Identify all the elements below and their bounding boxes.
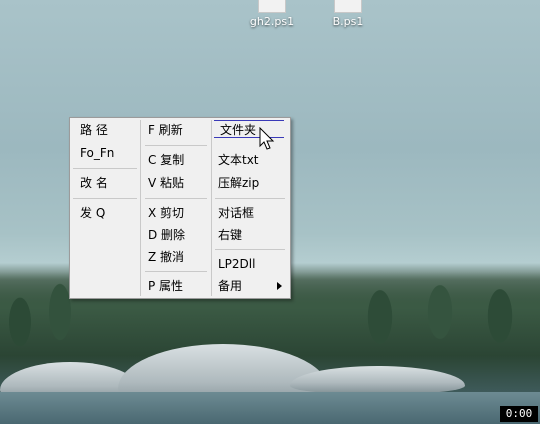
- menu-item-rename[interactable]: 改 名: [80, 174, 108, 192]
- menu-divider: [73, 168, 137, 169]
- menu-divider: [145, 145, 207, 146]
- menu-item-spare[interactable]: 备用: [218, 277, 242, 295]
- menu-item-delete[interactable]: D 删除: [148, 226, 185, 244]
- menu-item-refresh[interactable]: F 刷新: [148, 121, 183, 139]
- file-icon: [258, 0, 286, 13]
- desktop-icon-b[interactable]: B.ps1: [313, 0, 383, 28]
- menu-item-undo[interactable]: Z 撤消: [148, 248, 184, 266]
- menu-item-paste[interactable]: V 粘贴: [148, 174, 184, 192]
- submenu-arrow-icon: [277, 282, 282, 290]
- menu-item-dialog[interactable]: 对话框: [218, 204, 254, 222]
- menu-item-unzip[interactable]: 压解zip: [218, 174, 259, 192]
- menu-item-path[interactable]: 路 径: [80, 121, 108, 139]
- menu-item-copy[interactable]: C 复制: [148, 151, 184, 169]
- menu-item-cut[interactable]: X 剪切: [148, 204, 184, 222]
- menu-item-send-q[interactable]: 发 Q: [80, 204, 105, 222]
- water-scenery: [0, 392, 540, 424]
- menu-divider: [215, 249, 285, 250]
- menu-item-lp2dll[interactable]: LP2Dll: [218, 255, 255, 273]
- desktop-icon-label: B.ps1: [332, 15, 364, 28]
- menu-column-divider: [140, 120, 141, 296]
- desktop-icon-label: gh2.ps1: [249, 15, 295, 28]
- menu-divider: [145, 198, 207, 199]
- recording-timer: 0:00: [500, 406, 538, 422]
- menu-item-fo-fn[interactable]: Fo_Fn: [80, 144, 114, 162]
- menu-item-right-click[interactable]: 右键: [218, 226, 242, 244]
- menu-column-divider: [211, 120, 212, 296]
- context-menu: 路 径 Fo_Fn 改 名 发 Q F 刷新 C 复制 V 粘贴 X 剪切 D …: [69, 117, 291, 299]
- menu-divider: [215, 198, 285, 199]
- menu-item-properties[interactable]: P 属性: [148, 277, 183, 295]
- menu-item-text-txt[interactable]: 文本txt: [218, 151, 259, 169]
- file-icon: [334, 0, 362, 13]
- desktop-icon-gh2[interactable]: gh2.ps1: [237, 0, 307, 28]
- menu-divider: [73, 198, 137, 199]
- menu-divider: [145, 271, 207, 272]
- mouse-pointer-icon: [259, 127, 275, 150]
